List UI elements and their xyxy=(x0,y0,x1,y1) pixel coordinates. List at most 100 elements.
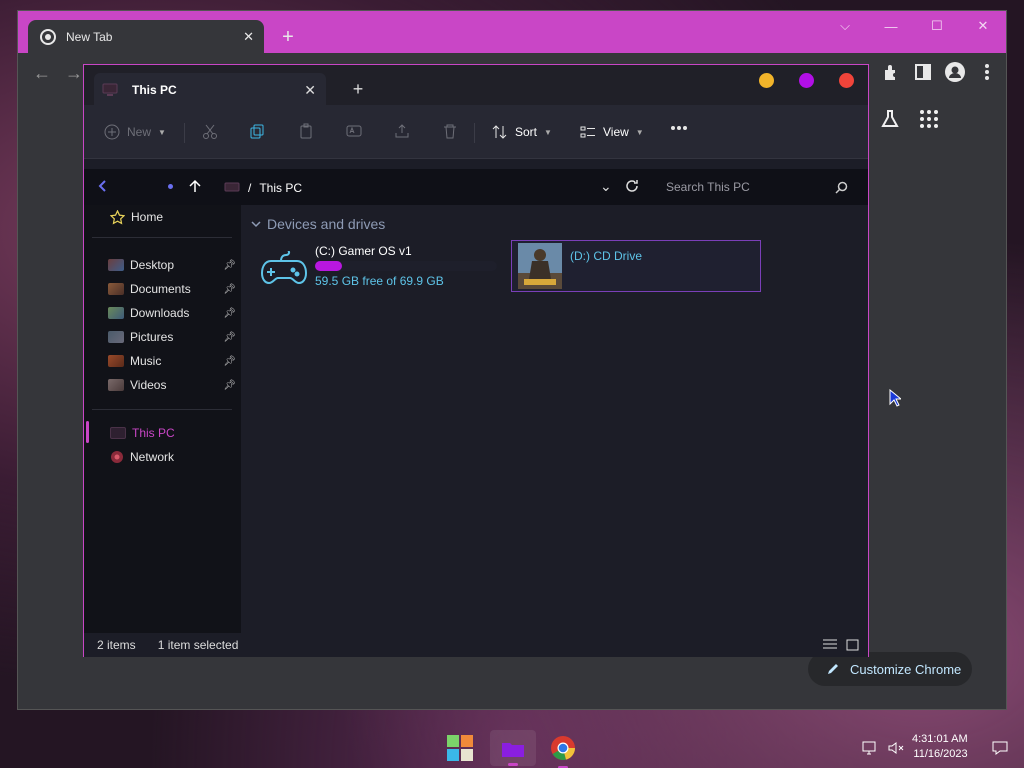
forward-dot-icon[interactable] xyxy=(168,184,173,189)
profile-icon[interactable] xyxy=(944,61,966,83)
back-button[interactable]: ← xyxy=(30,61,54,85)
view-button[interactable]: View ▼ xyxy=(580,118,644,146)
nav-item-downloads[interactable]: Downloads 📌︎ xyxy=(108,301,236,325)
pin-icon[interactable]: 📌︎ xyxy=(223,260,236,271)
see-more-icon[interactable] xyxy=(670,125,688,131)
refresh-icon[interactable] xyxy=(625,179,639,193)
divider xyxy=(184,123,185,143)
divider xyxy=(474,123,475,143)
network-icon xyxy=(110,450,124,464)
menu-icon[interactable] xyxy=(976,61,998,83)
share-icon[interactable] xyxy=(394,123,410,139)
tab-search-icon[interactable]: ⌵ xyxy=(822,11,868,41)
pin-icon[interactable]: 📌︎ xyxy=(223,356,236,367)
chevron-down-icon[interactable]: ⌄ xyxy=(600,178,612,195)
nav-item-label: This PC xyxy=(132,426,175,440)
taskbar-file-explorer[interactable] xyxy=(490,730,536,766)
desktop-folder-icon xyxy=(108,259,124,271)
explorer-tab-this-pc[interactable]: This PC ✕ xyxy=(94,73,326,107)
chrome-tab-title: New Tab xyxy=(66,29,113,44)
nav-item-music[interactable]: Music 📌︎ xyxy=(108,349,236,373)
file-explorer-window: This PC ✕ + New ▼ Sort ▼ View ▼ / This P… xyxy=(83,64,869,657)
drive-c-free: 59.5 GB free of 69.9 GB xyxy=(315,274,444,288)
chevron-down-icon: ▼ xyxy=(544,127,552,137)
display-settings-icon[interactable] xyxy=(862,740,878,756)
minimize-button[interactable] xyxy=(759,73,774,88)
music-folder-icon xyxy=(108,355,124,367)
side-panel-icon[interactable] xyxy=(912,61,934,83)
drive-d-item[interactable]: (D:) CD Drive xyxy=(511,240,761,292)
maximize-button[interactable] xyxy=(799,73,814,88)
back-arrow-icon[interactable] xyxy=(96,179,110,193)
pin-icon[interactable]: 📌︎ xyxy=(223,380,236,391)
delete-icon[interactable] xyxy=(442,123,458,139)
chevron-down-icon xyxy=(251,220,261,228)
section-header-devices[interactable]: Devices and drives xyxy=(251,216,385,232)
extensions-icon[interactable] xyxy=(880,61,902,83)
apps-grid-icon[interactable] xyxy=(919,109,939,129)
status-item-count: 2 items xyxy=(97,638,136,652)
star-icon xyxy=(110,209,125,225)
navigation-pane: Home Desktop 📌︎ Documents 📌︎ Downloads 📌… xyxy=(84,205,241,633)
gamepad-icon xyxy=(261,251,307,297)
nav-item-pictures[interactable]: Pictures 📌︎ xyxy=(108,325,236,349)
view-label: View xyxy=(603,125,629,139)
breadcrumb-separator: / xyxy=(248,181,252,195)
labs-icon[interactable] xyxy=(879,108,901,130)
explorer-titlebar: This PC ✕ + xyxy=(84,65,868,107)
customize-chrome-button[interactable]: Customize Chrome xyxy=(808,652,972,686)
new-tab-button[interactable]: + xyxy=(276,25,300,49)
command-bar: New ▼ Sort ▼ View ▼ xyxy=(84,105,868,159)
nav-home-label: Home xyxy=(131,210,164,224)
selection-indicator xyxy=(86,421,89,443)
search-input[interactable]: Search This PC xyxy=(666,180,835,194)
minimize-button[interactable]: — xyxy=(868,11,914,41)
pin-icon[interactable]: 📌︎ xyxy=(223,284,236,295)
drive-c-item[interactable]: (C:) Gamer OS v1 59.5 GB free of 69.9 GB xyxy=(261,243,501,297)
section-title: Devices and drives xyxy=(267,216,386,232)
details-view-icon[interactable] xyxy=(822,638,838,652)
folder-icon xyxy=(501,740,525,758)
sort-button[interactable]: Sort ▼ xyxy=(492,118,552,146)
clock[interactable]: 4:31:01 AM 11/16/2023 xyxy=(912,732,968,762)
copy-icon[interactable] xyxy=(249,123,265,139)
search-box[interactable]: Search This PC xyxy=(656,173,856,201)
status-selected-count: 1 item selected xyxy=(157,638,239,652)
taskbar-chrome[interactable] xyxy=(550,735,576,768)
pin-icon[interactable]: 📌︎ xyxy=(223,308,236,319)
up-arrow-icon[interactable] xyxy=(188,179,202,193)
nav-item-documents[interactable]: Documents 📌︎ xyxy=(108,277,236,301)
this-pc-icon xyxy=(102,83,118,97)
documents-folder-icon xyxy=(108,283,124,295)
cut-icon[interactable] xyxy=(202,123,218,139)
nav-item-network[interactable]: Network xyxy=(110,445,238,469)
close-button[interactable]: ✕ xyxy=(960,11,1006,41)
start-windows-icon[interactable] xyxy=(446,734,474,762)
drive-c-name: (C:) Gamer OS v1 xyxy=(315,244,412,258)
close-button[interactable] xyxy=(839,73,854,88)
divider xyxy=(92,237,232,238)
content-pane: Devices and drives (C:) Gamer OS v1 59.5… xyxy=(241,205,868,633)
address-bar: / This PC ⌄ Search This PC xyxy=(84,169,868,205)
active-indicator xyxy=(508,763,518,766)
nav-item-videos[interactable]: Videos 📌︎ xyxy=(108,373,236,397)
this-pc-icon xyxy=(110,427,126,439)
maximize-button[interactable]: ☐ xyxy=(914,11,960,41)
search-icon xyxy=(835,181,848,194)
breadcrumb[interactable]: / This PC xyxy=(224,181,302,195)
paste-icon[interactable] xyxy=(298,123,314,139)
notifications-icon[interactable] xyxy=(992,740,1008,756)
rename-icon[interactable] xyxy=(346,123,362,139)
new-button[interactable]: New ▼ xyxy=(104,118,166,146)
close-tab-icon[interactable]: ✕ xyxy=(304,82,316,99)
nav-item-desktop[interactable]: Desktop 📌︎ xyxy=(108,253,236,277)
add-tab-button[interactable]: + xyxy=(348,79,368,99)
pin-icon[interactable]: 📌︎ xyxy=(223,332,236,343)
nav-item-this-pc[interactable]: This PC xyxy=(110,421,238,445)
close-icon[interactable]: ✕ xyxy=(243,29,254,45)
tiles-view-icon[interactable] xyxy=(846,638,860,652)
volume-muted-icon[interactable] xyxy=(888,740,904,756)
breadcrumb-this-pc[interactable]: This PC xyxy=(259,181,302,195)
chrome-tab-new-tab[interactable]: New Tab ✕ xyxy=(28,20,264,53)
nav-home[interactable]: Home xyxy=(110,205,238,229)
